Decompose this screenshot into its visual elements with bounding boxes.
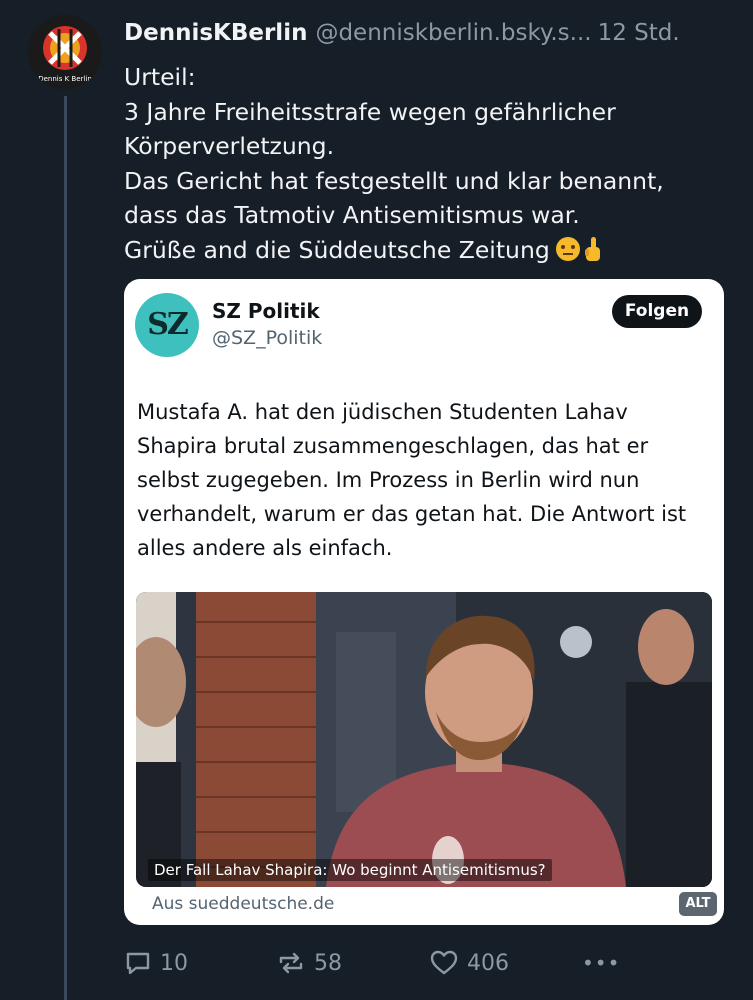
repost-button[interactable]: 58 xyxy=(276,945,342,981)
image-caption: Der Fall Lahav Shapira: Wo beginnt Antis… xyxy=(148,859,552,881)
reply-button[interactable]: 10 xyxy=(124,945,188,981)
like-button[interactable]: 406 xyxy=(429,945,509,981)
handle[interactable]: @denniskberlin.bsky.s... xyxy=(315,20,591,46)
embedded-post[interactable]: SZ SZ Politik @SZ_Politik Folgen Mustafa… xyxy=(124,279,724,925)
action-bar: 10 58 406 ••• xyxy=(124,945,724,981)
post-line: Grüße and die Süddeutsche Zeitung xyxy=(124,235,550,264)
post-line: Das Gericht hat festgestellt und klar be… xyxy=(124,166,664,195)
post-line: Urteil: xyxy=(124,63,196,91)
more-options-icon[interactable]: ••• xyxy=(582,945,620,981)
repost-count: 58 xyxy=(314,950,342,976)
embed-text-line: Mustafa A. hat den jüdischen Studenten L… xyxy=(137,400,628,424)
embed-text: Mustafa A. hat den jüdischen Studenten L… xyxy=(137,395,712,565)
photo-illustration xyxy=(136,592,712,887)
embed-author-handle[interactable]: @SZ_Politik xyxy=(212,327,322,349)
post-line: 3 Jahre Freiheitsstrafe wegen gefährlich… xyxy=(124,97,616,126)
middle-finger-icon xyxy=(584,236,600,261)
reply-count: 10 xyxy=(160,950,188,976)
alt-badge[interactable]: ALT xyxy=(679,892,717,916)
avatar-logo-icon: Dennis K Berlin xyxy=(28,15,102,89)
reply-icon xyxy=(126,952,150,975)
display-name[interactable]: DennisKBerlin xyxy=(124,20,307,46)
timestamp[interactable]: 12 Std. xyxy=(598,20,680,46)
embed-text-line: selbst zugegeben. Im Prozess in Berlin w… xyxy=(137,468,640,492)
post-header: DennisKBerlin @denniskberlin.bsky.s... 12 … xyxy=(124,18,744,48)
thread-line xyxy=(64,96,67,1000)
embed-text-line: Shapira brutal zusammengeschlagen, das h… xyxy=(137,434,649,458)
follow-button[interactable]: Folgen xyxy=(612,295,702,328)
post-line: Körperverletzung. xyxy=(124,132,335,160)
post-text: Urteil: 3 Jahre Freiheitsstrafe wegen ge… xyxy=(124,60,734,267)
post-line-last: Grüße and die Süddeutsche Zeitung xyxy=(124,233,734,268)
embed-image[interactable]: Der Fall Lahav Shapira: Wo beginnt Antis… xyxy=(136,592,712,887)
face-with-raised-eyebrow-icon xyxy=(555,236,580,261)
embed-text-line: verhandelt, warum er das getan hat. Die … xyxy=(137,502,687,526)
heart-icon xyxy=(430,950,458,975)
avatar[interactable]: Dennis K Berlin xyxy=(28,15,102,89)
sz-logo[interactable]: SZ xyxy=(135,293,199,357)
post-line: dass das Tatmotiv Antisemitismus war. xyxy=(124,201,580,229)
like-count: 406 xyxy=(467,950,509,976)
avatar-text: Dennis K Berlin xyxy=(38,75,92,83)
embed-text-line: alles andere als einfach. xyxy=(137,536,393,560)
embed-author-name[interactable]: SZ Politik xyxy=(212,299,320,323)
repost-icon xyxy=(279,952,303,974)
link-domain[interactable]: Aus sueddeutsche.de xyxy=(152,894,334,914)
